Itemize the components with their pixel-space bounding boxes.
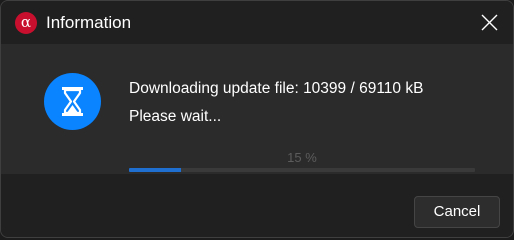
dialog-body: Downloading update file: 10399 / 69110 k… bbox=[1, 44, 513, 174]
alpha-icon: α bbox=[15, 12, 37, 34]
progress-bar-fill bbox=[129, 168, 181, 172]
cancel-button[interactable]: Cancel bbox=[414, 196, 500, 228]
progress-percent-label: 15 % bbox=[287, 150, 317, 165]
progress-bar bbox=[129, 168, 475, 172]
dialog-footer: Cancel bbox=[1, 174, 513, 237]
wait-message: Please wait... bbox=[129, 108, 222, 125]
title-bar[interactable]: α Information bbox=[1, 1, 513, 44]
close-button[interactable] bbox=[467, 1, 513, 44]
hourglass-icon bbox=[44, 73, 101, 130]
status-message: Downloading update file: 10399 / 69110 k… bbox=[129, 80, 424, 97]
information-dialog: α Information Downloading update file: 1… bbox=[0, 0, 514, 238]
window-title: Information bbox=[46, 13, 132, 32]
close-icon bbox=[481, 14, 498, 31]
